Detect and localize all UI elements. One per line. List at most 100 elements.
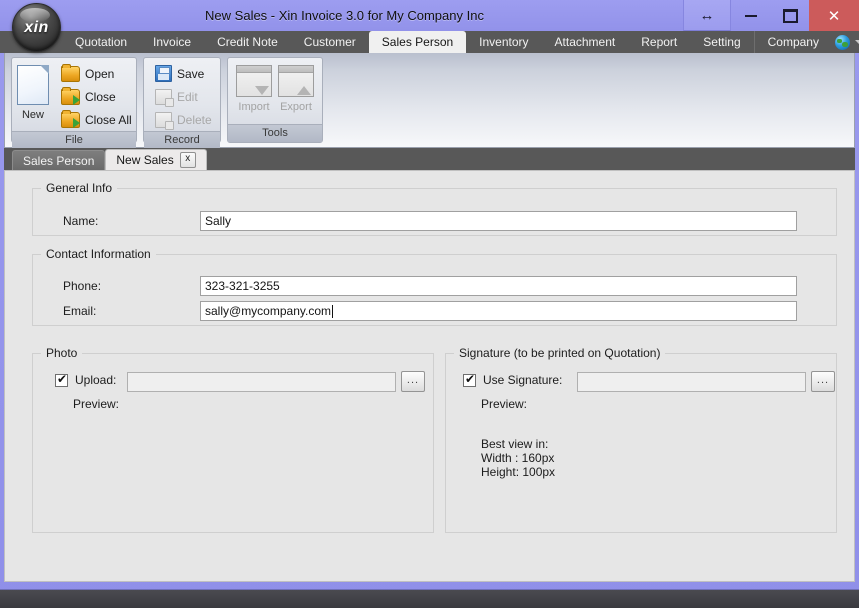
open-button[interactable]: Open [59, 62, 138, 85]
main-menu-bar: Quotation Invoice Credit Note Customer S… [0, 31, 859, 53]
phone-input-value: 323-321-3255 [205, 279, 280, 293]
import-icon [236, 65, 272, 97]
close-all-button[interactable]: Close All [59, 108, 138, 131]
application-window: New Sales - Xin Invoice 3.0 for My Compa… [0, 0, 859, 608]
signature-path-input[interactable] [577, 372, 806, 392]
export-button[interactable]: Export [275, 62, 317, 124]
tab-close-icon[interactable]: x [179, 152, 196, 168]
ribbon-group-tools-caption: Tools [228, 124, 322, 142]
ribbon-group-tools: Import Export Tools [227, 57, 323, 143]
status-bar [0, 589, 859, 608]
signature-preview-label: Preview: [481, 397, 528, 411]
menu-item-quotation[interactable]: Quotation [62, 31, 140, 53]
contact-information-legend: Contact Information [41, 247, 156, 261]
close-doc-button-label: Close [85, 89, 116, 104]
close-doc-button[interactable]: Close [59, 85, 138, 108]
photo-path-input[interactable] [127, 372, 396, 392]
new-button[interactable]: New [17, 62, 49, 131]
signature-best-view-label: Best view in: [481, 437, 549, 451]
maximize-icon [782, 8, 798, 23]
menu-item-setting[interactable]: Setting [690, 31, 753, 53]
menu-bar-icons: ? i [832, 31, 859, 53]
save-button[interactable]: Save [153, 62, 218, 85]
ribbon-toolbar: New Open Close Close All File Save Edit … [4, 53, 855, 149]
maximize-button[interactable] [771, 0, 809, 31]
field-phone-label-row: Phone: [63, 279, 101, 293]
email-input[interactable]: sally@mycompany.com [200, 301, 797, 321]
phone-label: Phone: [63, 279, 102, 293]
menu-item-invoice[interactable]: Invoice [140, 31, 204, 53]
email-input-value: sally@mycompany.com [205, 304, 331, 318]
general-info-legend: General Info [41, 181, 118, 195]
folder-close-all-icon [61, 109, 80, 128]
file-commands: Open Close Close All [55, 62, 138, 131]
chevron-down-icon[interactable] [854, 40, 859, 44]
ribbon-group-file-caption: File [12, 131, 136, 149]
field-email-label-row: Email: [63, 304, 96, 318]
form-panel: General Info Name: Sally Contact Informa… [4, 170, 855, 582]
photo-upload-checkbox[interactable] [55, 372, 68, 387]
signature-use-checkbox[interactable] [463, 372, 476, 387]
photo-browse-button[interactable]: ... [401, 371, 425, 392]
menu-item-inventory[interactable]: Inventory [466, 31, 541, 53]
close-button[interactable]: ✕ [809, 0, 859, 31]
photo-legend: Photo [41, 346, 83, 360]
signature-legend: Signature (to be printed on Quotation) [454, 346, 666, 360]
globe-icon[interactable] [834, 34, 850, 50]
phone-input[interactable]: 323-321-3255 [200, 276, 797, 296]
export-button-label: Export [280, 101, 312, 113]
signature-use-row: Use Signature: [463, 372, 563, 387]
title-bar: New Sales - Xin Invoice 3.0 for My Compa… [0, 0, 859, 32]
app-logo[interactable]: xin [12, 3, 61, 52]
minimize-icon [745, 14, 757, 17]
window-controls: ↔ ✕ [683, 0, 859, 31]
document-tab-bar: Sales Person New Sales x [4, 148, 855, 170]
menu-item-report[interactable]: Report [628, 31, 690, 53]
ribbon-group-record-caption: Record [144, 131, 220, 149]
new-document-icon [17, 65, 49, 105]
name-label: Name: [63, 214, 99, 228]
save-icon [155, 65, 172, 82]
ribbon-group-record: Save Edit Delete Record [143, 57, 221, 149]
menu-item-sales-person[interactable]: Sales Person [368, 31, 467, 53]
delete-button-label: Delete [177, 112, 212, 127]
ribbon-group-file: New Open Close Close All File [11, 57, 138, 149]
edit-button-label: Edit [177, 89, 198, 104]
new-button-label: New [21, 109, 44, 121]
restore-size-button[interactable]: ↔ [683, 0, 731, 31]
export-icon [278, 65, 314, 97]
tab-sales-person-label: Sales Person [23, 153, 95, 168]
minimize-button[interactable] [731, 0, 771, 31]
email-label: Email: [63, 304, 97, 318]
delete-icon [155, 111, 174, 130]
field-name-label-row: Name: [63, 214, 98, 228]
record-commands: Save Edit Delete [149, 62, 218, 131]
folder-close-icon [61, 86, 80, 105]
menu-item-customer[interactable]: Customer [291, 31, 369, 53]
delete-button[interactable]: Delete [153, 108, 218, 131]
open-button-label: Open [85, 66, 115, 81]
import-button[interactable]: Import [233, 62, 275, 124]
edit-icon [155, 88, 174, 107]
signature-use-label: Use Signature: [483, 373, 563, 387]
folder-open-icon [61, 63, 80, 82]
import-button-label: Import [238, 101, 270, 113]
name-input-value: Sally [205, 214, 232, 228]
signature-height-label: Height: 100px [481, 465, 556, 479]
tab-sales-person[interactable]: Sales Person [12, 150, 106, 170]
tab-new-sales-label: New Sales [116, 153, 174, 167]
name-input[interactable]: Sally [200, 211, 797, 231]
photo-preview-label: Preview: [73, 397, 120, 411]
close-all-button-label: Close All [85, 112, 132, 127]
menu-item-attachment[interactable]: Attachment [542, 31, 629, 53]
photo-upload-label: Upload: [75, 373, 117, 387]
photo-upload-row: Upload: [55, 372, 117, 387]
logo-label: xin [24, 18, 49, 36]
menu-item-credit-note[interactable]: Credit Note [204, 31, 291, 53]
edit-button[interactable]: Edit [153, 85, 218, 108]
signature-browse-button[interactable]: ... [811, 371, 835, 392]
menu-item-company[interactable]: Company [753, 31, 832, 53]
tab-new-sales[interactable]: New Sales x [105, 149, 207, 170]
text-cursor [332, 304, 333, 318]
signature-width-label: Width : 160px [481, 451, 555, 465]
